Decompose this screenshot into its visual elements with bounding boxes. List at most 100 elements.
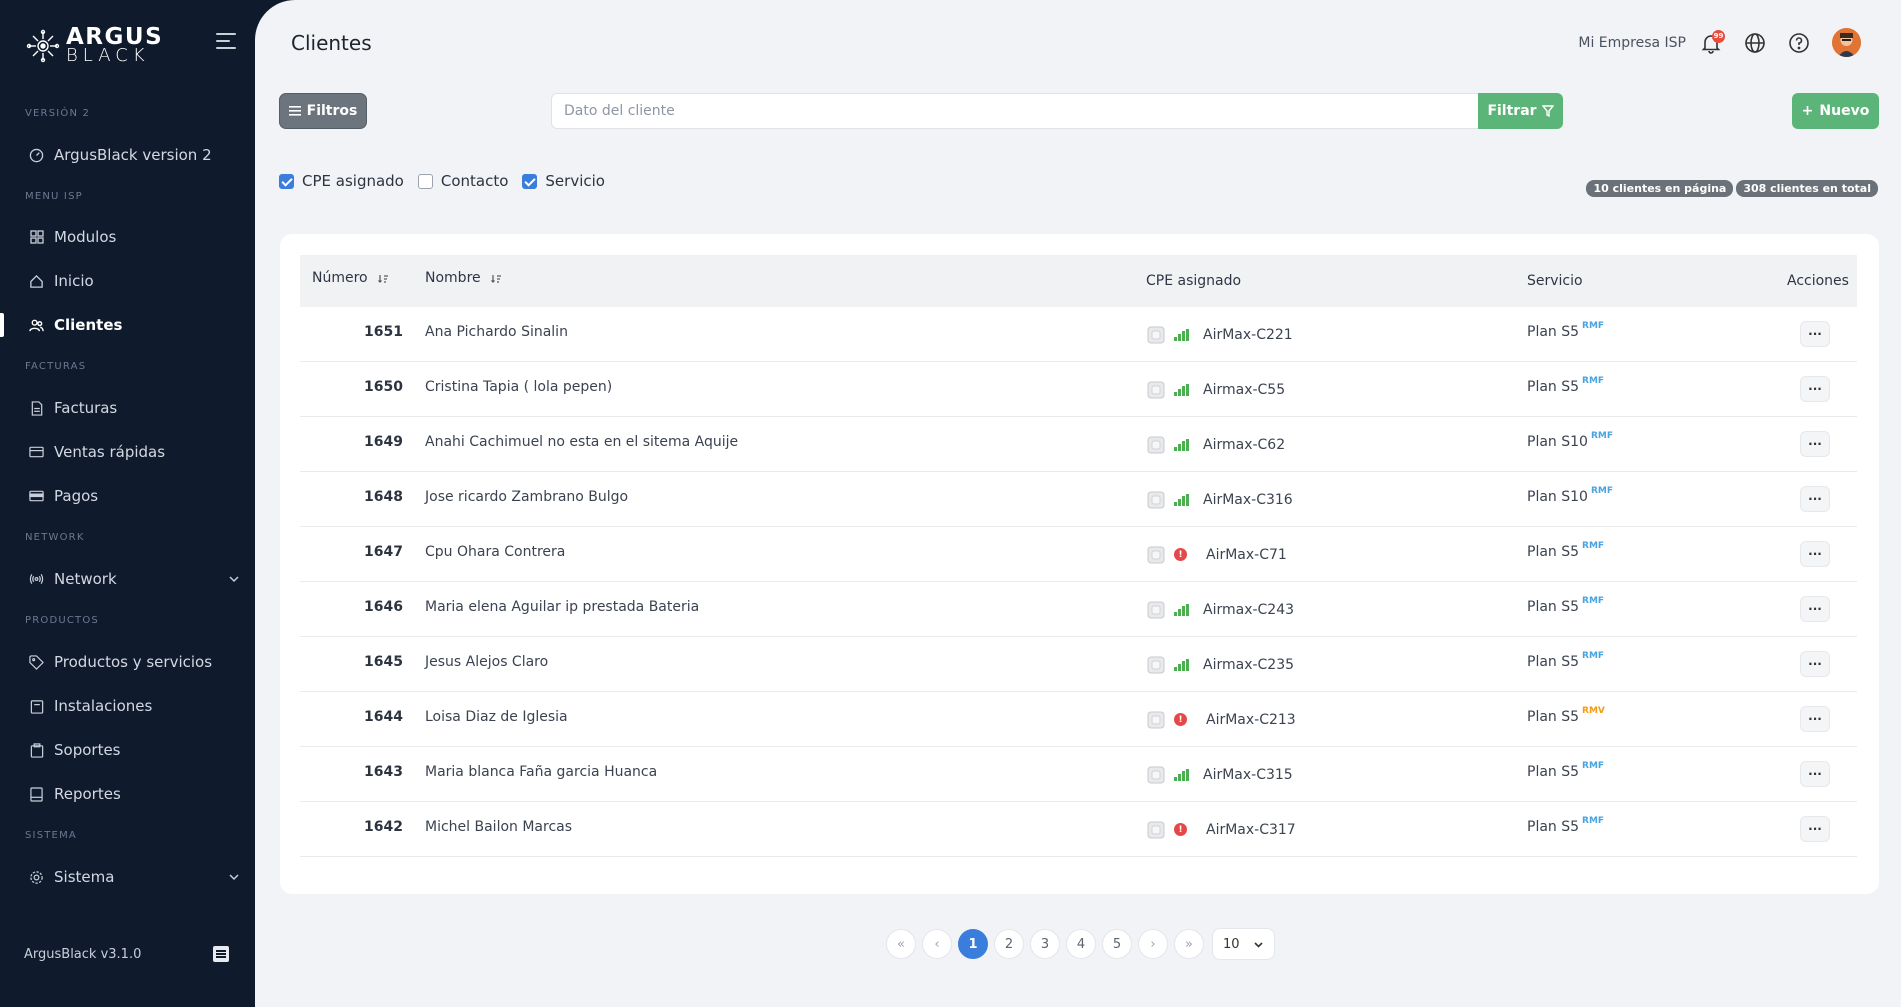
alert-icon: ! bbox=[1174, 548, 1187, 561]
table-row[interactable]: 1645 Jesus Alejos Claro Airmax-C235 Plan S5… bbox=[300, 637, 1857, 692]
column-numero[interactable]: Número bbox=[312, 252, 389, 304]
search-input[interactable] bbox=[551, 93, 1478, 129]
column-nombre[interactable]: Nombre bbox=[425, 252, 502, 304]
sidebar-item-label: Modulos bbox=[54, 228, 117, 246]
checkbox-box[interactable] bbox=[417, 173, 433, 189]
page-button[interactable]: 3 bbox=[1030, 929, 1060, 959]
actions-button[interactable]: ··· bbox=[1800, 486, 1830, 512]
next-page-button[interactable]: › bbox=[1138, 929, 1168, 959]
sidebar-item-pagos[interactable]: Pagos bbox=[0, 478, 266, 514]
filters-button[interactable]: Filtros bbox=[279, 93, 367, 129]
service-cell: Plan S10 RMF bbox=[1527, 469, 1613, 524]
actions-button[interactable]: ··· bbox=[1800, 706, 1830, 732]
page-button[interactable]: 2 bbox=[994, 929, 1024, 959]
checkbox-box[interactable] bbox=[279, 173, 294, 189]
tag-icon bbox=[29, 654, 44, 670]
clients-card: Número Nombre CPE asignado Servicio Acci… bbox=[280, 234, 1879, 894]
cpe-name[interactable]: AirMax-C71 bbox=[1206, 547, 1287, 563]
checkbox-contacto[interactable]: Contacto bbox=[417, 172, 508, 190]
page-button[interactable]: 4 bbox=[1066, 929, 1096, 959]
actions-button[interactable]: ··· bbox=[1800, 321, 1830, 347]
table-row[interactable]: 1644 Loisa Diaz de Iglesia! AirMax-C213 Pla… bbox=[300, 692, 1857, 747]
new-client-button[interactable]: + Nuevo bbox=[1792, 93, 1879, 129]
client-name[interactable]: Ana Pichardo Sinalin bbox=[425, 304, 568, 359]
checkbox-servicio[interactable]: Servicio bbox=[522, 172, 605, 190]
page-button[interactable]: 1 bbox=[958, 929, 988, 959]
sidebar-item-inicio[interactable]: Inicio bbox=[0, 263, 266, 299]
per-page-select[interactable]: 10 bbox=[1212, 928, 1275, 960]
cpe-name[interactable]: Airmax-C243 bbox=[1203, 602, 1294, 618]
list-icon bbox=[288, 106, 301, 116]
filter-submit-button[interactable]: Filtrar bbox=[1478, 93, 1563, 129]
sidebar-item-ventas-rapidas[interactable]: Ventas rápidas bbox=[0, 434, 266, 470]
client-name[interactable]: Loisa Diaz de Iglesia bbox=[425, 689, 568, 744]
sidebar-item-facturas[interactable]: Facturas bbox=[0, 390, 266, 426]
cpe-name[interactable]: Airmax-C55 bbox=[1203, 382, 1285, 398]
sidebar-item-network[interactable]: Network bbox=[0, 561, 266, 597]
prev-page-button[interactable]: ‹ bbox=[922, 929, 952, 959]
client-name[interactable]: Anahi Cachimuel no esta en el sitema Aqu… bbox=[425, 414, 738, 469]
changelog-icon[interactable] bbox=[213, 946, 229, 962]
actions-button[interactable]: ··· bbox=[1800, 431, 1830, 457]
table-row[interactable]: 1642 Michel Bailon Marcas! AirMax-C317 Plan… bbox=[300, 802, 1857, 857]
client-name[interactable]: Cristina Tapia ( lola pepen) bbox=[425, 359, 612, 414]
first-page-button[interactable]: « bbox=[886, 929, 916, 959]
checkbox-box[interactable] bbox=[522, 173, 538, 189]
table-row[interactable]: 1646 Maria elena Aguilar ip prestada Bate… bbox=[300, 582, 1857, 637]
client-name[interactable]: Michel Bailon Marcas bbox=[425, 799, 572, 854]
globe-icon[interactable] bbox=[1744, 32, 1766, 54]
service-tag: RMF bbox=[1582, 540, 1605, 551]
actions-button[interactable]: ··· bbox=[1800, 651, 1830, 677]
table-row[interactable]: 1651 Ana Pichardo Sinalin AirMax-C221 Plan … bbox=[300, 307, 1857, 362]
sidebar-item-productos-servicios[interactable]: Productos y servicios bbox=[0, 644, 266, 680]
actions-button[interactable]: ··· bbox=[1800, 596, 1830, 622]
last-page-button[interactable]: » bbox=[1174, 929, 1204, 959]
device-icon bbox=[1145, 819, 1167, 841]
new-client-label: Nuevo bbox=[1819, 103, 1870, 119]
sidebar-item-sistema[interactable]: Sistema bbox=[0, 859, 266, 895]
client-name[interactable]: Maria elena Aguilar ip prestada Bateria bbox=[425, 579, 699, 634]
table-row[interactable]: 1650 Cristina Tapia ( lola pepen) Airmax-C… bbox=[300, 362, 1857, 417]
client-name[interactable]: Cpu Ohara Contrera bbox=[425, 524, 565, 579]
cpe-name[interactable]: AirMax-C316 bbox=[1203, 492, 1293, 508]
brand-logo[interactable]: ARGUS BLACK bbox=[26, 26, 163, 65]
client-name[interactable]: Maria blanca Faña garcia Huanca bbox=[425, 744, 657, 799]
client-name[interactable]: Jose ricardo Zambrano Bulgo bbox=[425, 469, 628, 524]
table-row[interactable]: 1647 Cpu Ohara Contrera! AirMax-C71 Plan S5… bbox=[300, 527, 1857, 582]
sidebar-item-instalaciones[interactable]: Instalaciones bbox=[0, 688, 266, 724]
client-name[interactable]: Jesus Alejos Claro bbox=[425, 634, 548, 689]
menu-toggle-icon[interactable] bbox=[216, 33, 238, 51]
cpe-name[interactable]: AirMax-C213 bbox=[1206, 712, 1296, 728]
actions-button[interactable]: ··· bbox=[1800, 816, 1830, 842]
sidebar-item-soportes[interactable]: Soportes bbox=[0, 732, 266, 768]
actions-button[interactable]: ··· bbox=[1800, 376, 1830, 402]
sidebar-item-argusblack-v2[interactable]: ArgusBlack version 2 bbox=[0, 137, 266, 173]
table-row[interactable]: 1643 Maria blanca Faña garcia Huanca AirMa… bbox=[300, 747, 1857, 802]
actions-button[interactable]: ··· bbox=[1800, 541, 1830, 567]
sidebar-item-reportes[interactable]: Reportes bbox=[0, 776, 266, 812]
actions-button[interactable]: ··· bbox=[1800, 761, 1830, 787]
cpe-name[interactable]: Airmax-C235 bbox=[1203, 657, 1294, 673]
signal-icon bbox=[1174, 768, 1192, 781]
sidebar-item-modulos[interactable]: Modulos bbox=[0, 219, 266, 255]
cpe-name[interactable]: AirMax-C315 bbox=[1203, 767, 1293, 783]
table-row[interactable]: 1648 Jose ricardo Zambrano Bulgo AirMax-C3… bbox=[300, 472, 1857, 527]
column-label: Servicio bbox=[1527, 273, 1583, 289]
client-number: 1650 bbox=[364, 378, 403, 395]
antenna-icon bbox=[29, 572, 44, 587]
help-icon[interactable] bbox=[1788, 32, 1810, 54]
cpe-name[interactable]: Airmax-C62 bbox=[1203, 437, 1285, 453]
avatar[interactable] bbox=[1832, 28, 1861, 57]
signal-icon bbox=[1174, 328, 1192, 341]
service-tag: RMV bbox=[1582, 705, 1605, 716]
cpe-name[interactable]: AirMax-C221 bbox=[1203, 327, 1293, 343]
bell-icon[interactable]: 99 bbox=[1700, 29, 1725, 54]
chevron-down-icon bbox=[229, 576, 239, 583]
cpe-name[interactable]: AirMax-C317 bbox=[1206, 822, 1296, 838]
table-row[interactable]: 1649 Anahi Cachimuel no esta en el sitema… bbox=[300, 417, 1857, 472]
alert-icon: ! bbox=[1174, 713, 1187, 726]
sidebar-item-clientes[interactable]: Clientes bbox=[0, 307, 266, 343]
company-name[interactable]: Mi Empresa ISP bbox=[1578, 35, 1686, 51]
page-button[interactable]: 5 bbox=[1102, 929, 1132, 959]
checkbox-cpe-asignado[interactable]: CPE asignado bbox=[279, 172, 404, 190]
